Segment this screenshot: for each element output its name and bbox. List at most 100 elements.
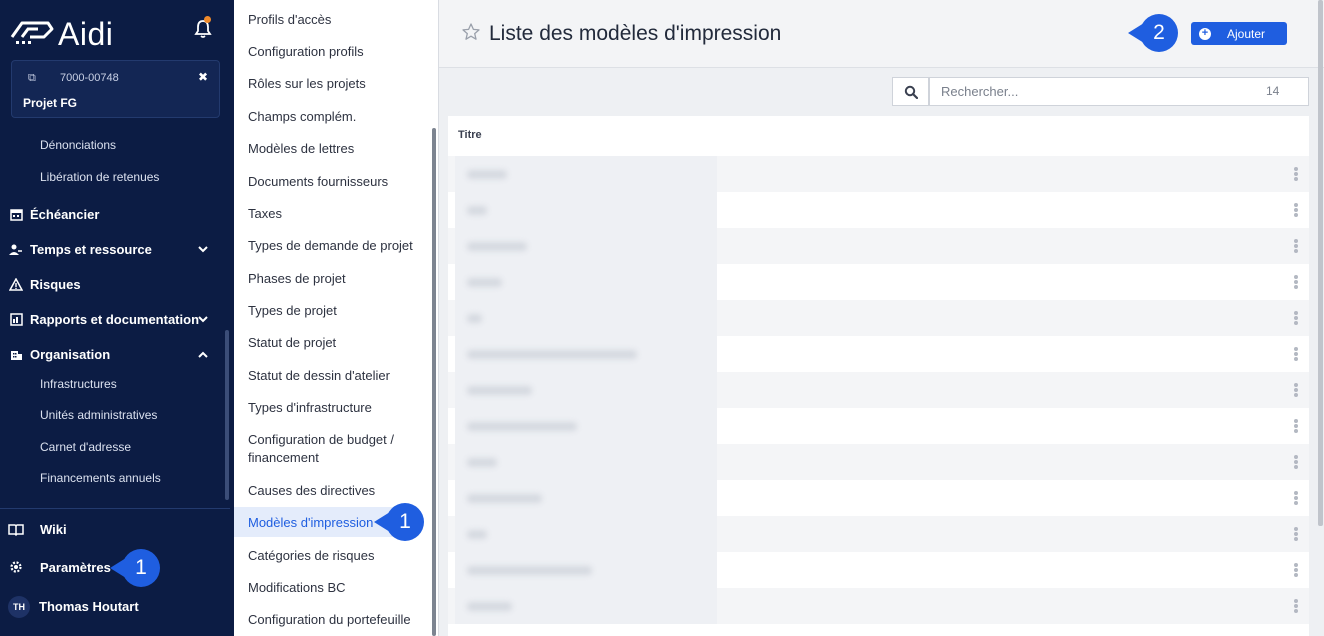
user-name[interactable]: Thomas Houtart	[39, 599, 139, 614]
table-row[interactable]	[448, 156, 1309, 192]
chevron-up-icon[interactable]	[196, 348, 210, 362]
print-models-table: Titre	[448, 116, 1309, 636]
table-row[interactable]	[448, 480, 1309, 516]
table-row[interactable]	[448, 192, 1309, 228]
notification-dot	[204, 16, 211, 23]
add-button-label: Ajouter	[1227, 26, 1266, 41]
redacted-title	[467, 170, 507, 179]
table-row[interactable]	[448, 300, 1309, 336]
sidebar-item-rapports[interactable]: Rapports et documentation	[8, 308, 199, 330]
building-icon	[8, 346, 24, 362]
sidebar-item-wiki[interactable]: Wiki	[8, 518, 67, 540]
sidebar-item-organisation[interactable]: Organisation	[8, 343, 110, 365]
current-project-card[interactable]: ⧉ 7000-00748 ✖ Projet FG	[11, 60, 220, 118]
avatar[interactable]: TH	[8, 596, 30, 618]
sidebar-item-parametres[interactable]: Paramètres	[8, 556, 111, 578]
redacted-title	[467, 242, 527, 251]
row-menu-icon[interactable]	[1294, 491, 1298, 505]
redacted-title	[467, 458, 497, 467]
open-project-icon[interactable]: ⧉	[28, 72, 36, 85]
chevron-down-icon[interactable]	[196, 242, 210, 256]
redacted-title	[467, 422, 577, 431]
settings-menu-item[interactable]: Taxes	[248, 205, 423, 223]
table-row[interactable]	[448, 228, 1309, 264]
notification-bell-icon[interactable]	[192, 18, 214, 40]
settings-menu-item[interactable]: Statut de projet	[248, 334, 423, 352]
settings-menu-item[interactable]: Profils d'accès	[248, 11, 423, 29]
sidebar-item-carnet-adresse[interactable]: Carnet d'adresse	[40, 440, 131, 454]
settings-menu-item[interactable]: Rôles sur les projets	[248, 75, 423, 93]
table-row[interactable]	[448, 372, 1309, 408]
logo-text: Aidi	[58, 15, 114, 52]
settings-menu-item[interactable]: Types d'infrastructure	[248, 399, 423, 417]
settings-menu-item[interactable]: Causes des directives	[248, 482, 423, 500]
row-menu-icon[interactable]	[1294, 239, 1298, 253]
table-row[interactable]	[448, 552, 1309, 588]
sidebar-item-label: Rapports et documentation	[30, 311, 200, 327]
settings-menu-item[interactable]: Modifications BC	[248, 579, 423, 597]
sidebar-item-risques[interactable]: Risques	[8, 273, 81, 295]
row-menu-icon[interactable]	[1294, 347, 1298, 361]
search-button[interactable]	[892, 77, 929, 106]
sidebar-item-label: Organisation	[30, 346, 111, 362]
app-logo[interactable]: Aidi	[8, 14, 113, 54]
row-menu-icon[interactable]	[1294, 455, 1298, 469]
plus-circle-icon: +	[1199, 27, 1211, 40]
sidebar-item-label: Paramètres	[40, 559, 111, 575]
sidebar-item-denonciations[interactable]: Dénonciations	[40, 138, 116, 152]
add-button[interactable]: + Ajouter	[1191, 22, 1287, 45]
settings-menu-item[interactable]: Types de demande de projet	[248, 237, 423, 255]
main-scrollbar[interactable]	[1318, 0, 1323, 526]
table-row[interactable]	[448, 336, 1309, 372]
row-menu-icon[interactable]	[1294, 167, 1298, 181]
sidebar-item-echeancier[interactable]: Échéancier	[8, 203, 99, 225]
table-row[interactable]	[448, 516, 1309, 552]
column-header-titre[interactable]: Titre	[458, 129, 482, 141]
chevron-down-icon[interactable]	[196, 312, 210, 326]
search-input[interactable]	[929, 77, 1309, 106]
row-menu-icon[interactable]	[1294, 599, 1298, 613]
row-menu-icon[interactable]	[1294, 203, 1298, 217]
settings-menu-item[interactable]: Modèles de lettres	[248, 140, 423, 158]
settings-menu-item[interactable]: Configuration de budget / financement	[248, 431, 408, 467]
settings-menu-item[interactable]: Documents fournisseurs	[248, 173, 423, 191]
row-menu-icon[interactable]	[1294, 563, 1298, 577]
project-code: 7000-00748	[60, 72, 119, 84]
settings-menu-item[interactable]: Phases de projet	[248, 270, 423, 288]
settings-menu-item[interactable]: Catégories de risques	[248, 547, 423, 565]
row-title-cell	[455, 264, 717, 300]
book-icon	[8, 521, 24, 537]
table-row[interactable]	[448, 444, 1309, 480]
row-menu-icon[interactable]	[1294, 311, 1298, 325]
settings-menu-item[interactable]: Statut de dessin d'atelier	[248, 367, 423, 385]
settings-menu-item[interactable]: Champs complém.	[248, 108, 423, 126]
report-icon	[8, 311, 24, 327]
row-menu-icon[interactable]	[1294, 527, 1298, 541]
row-menu-icon[interactable]	[1294, 275, 1298, 289]
sidebar-item-label: Échéancier	[30, 206, 100, 222]
result-count: 14	[1266, 84, 1280, 98]
sidebar-item-financements-annuels[interactable]: Financements annuels	[40, 471, 161, 485]
sidebar-item-infrastructures[interactable]: Infrastructures	[40, 377, 117, 391]
settings-menu-scrollbar[interactable]	[432, 128, 436, 636]
settings-menu-item[interactable]: Types de projet	[248, 302, 423, 320]
table-row[interactable]	[448, 264, 1309, 300]
sidebar-item-temps-ressource[interactable]: Temps et ressource	[8, 238, 152, 260]
sidebar-item-label: Temps et ressource	[30, 241, 152, 257]
calendar-icon	[8, 206, 24, 222]
sidebar-item-liberation-retenues[interactable]: Libération de retenues	[40, 170, 159, 184]
row-menu-icon[interactable]	[1294, 383, 1298, 397]
sidebar-scrollbar[interactable]	[225, 330, 229, 500]
redacted-title	[467, 494, 542, 503]
sidebar-item-unites-administratives[interactable]: Unités administratives	[40, 408, 157, 422]
settings-menu-item[interactable]: Configuration profils	[248, 43, 423, 61]
row-menu-icon[interactable]	[1294, 419, 1298, 433]
main-content: Liste des modèles d'impression + Ajouter…	[439, 0, 1324, 636]
settings-menu-item[interactable]: Configuration du portefeuille	[248, 611, 423, 629]
close-project-icon[interactable]: ✖	[198, 70, 208, 84]
table-row[interactable]	[448, 588, 1309, 624]
redacted-title	[467, 278, 502, 287]
favorite-star-icon[interactable]	[461, 22, 481, 42]
table-row[interactable]	[448, 408, 1309, 444]
row-title-cell	[455, 552, 717, 588]
